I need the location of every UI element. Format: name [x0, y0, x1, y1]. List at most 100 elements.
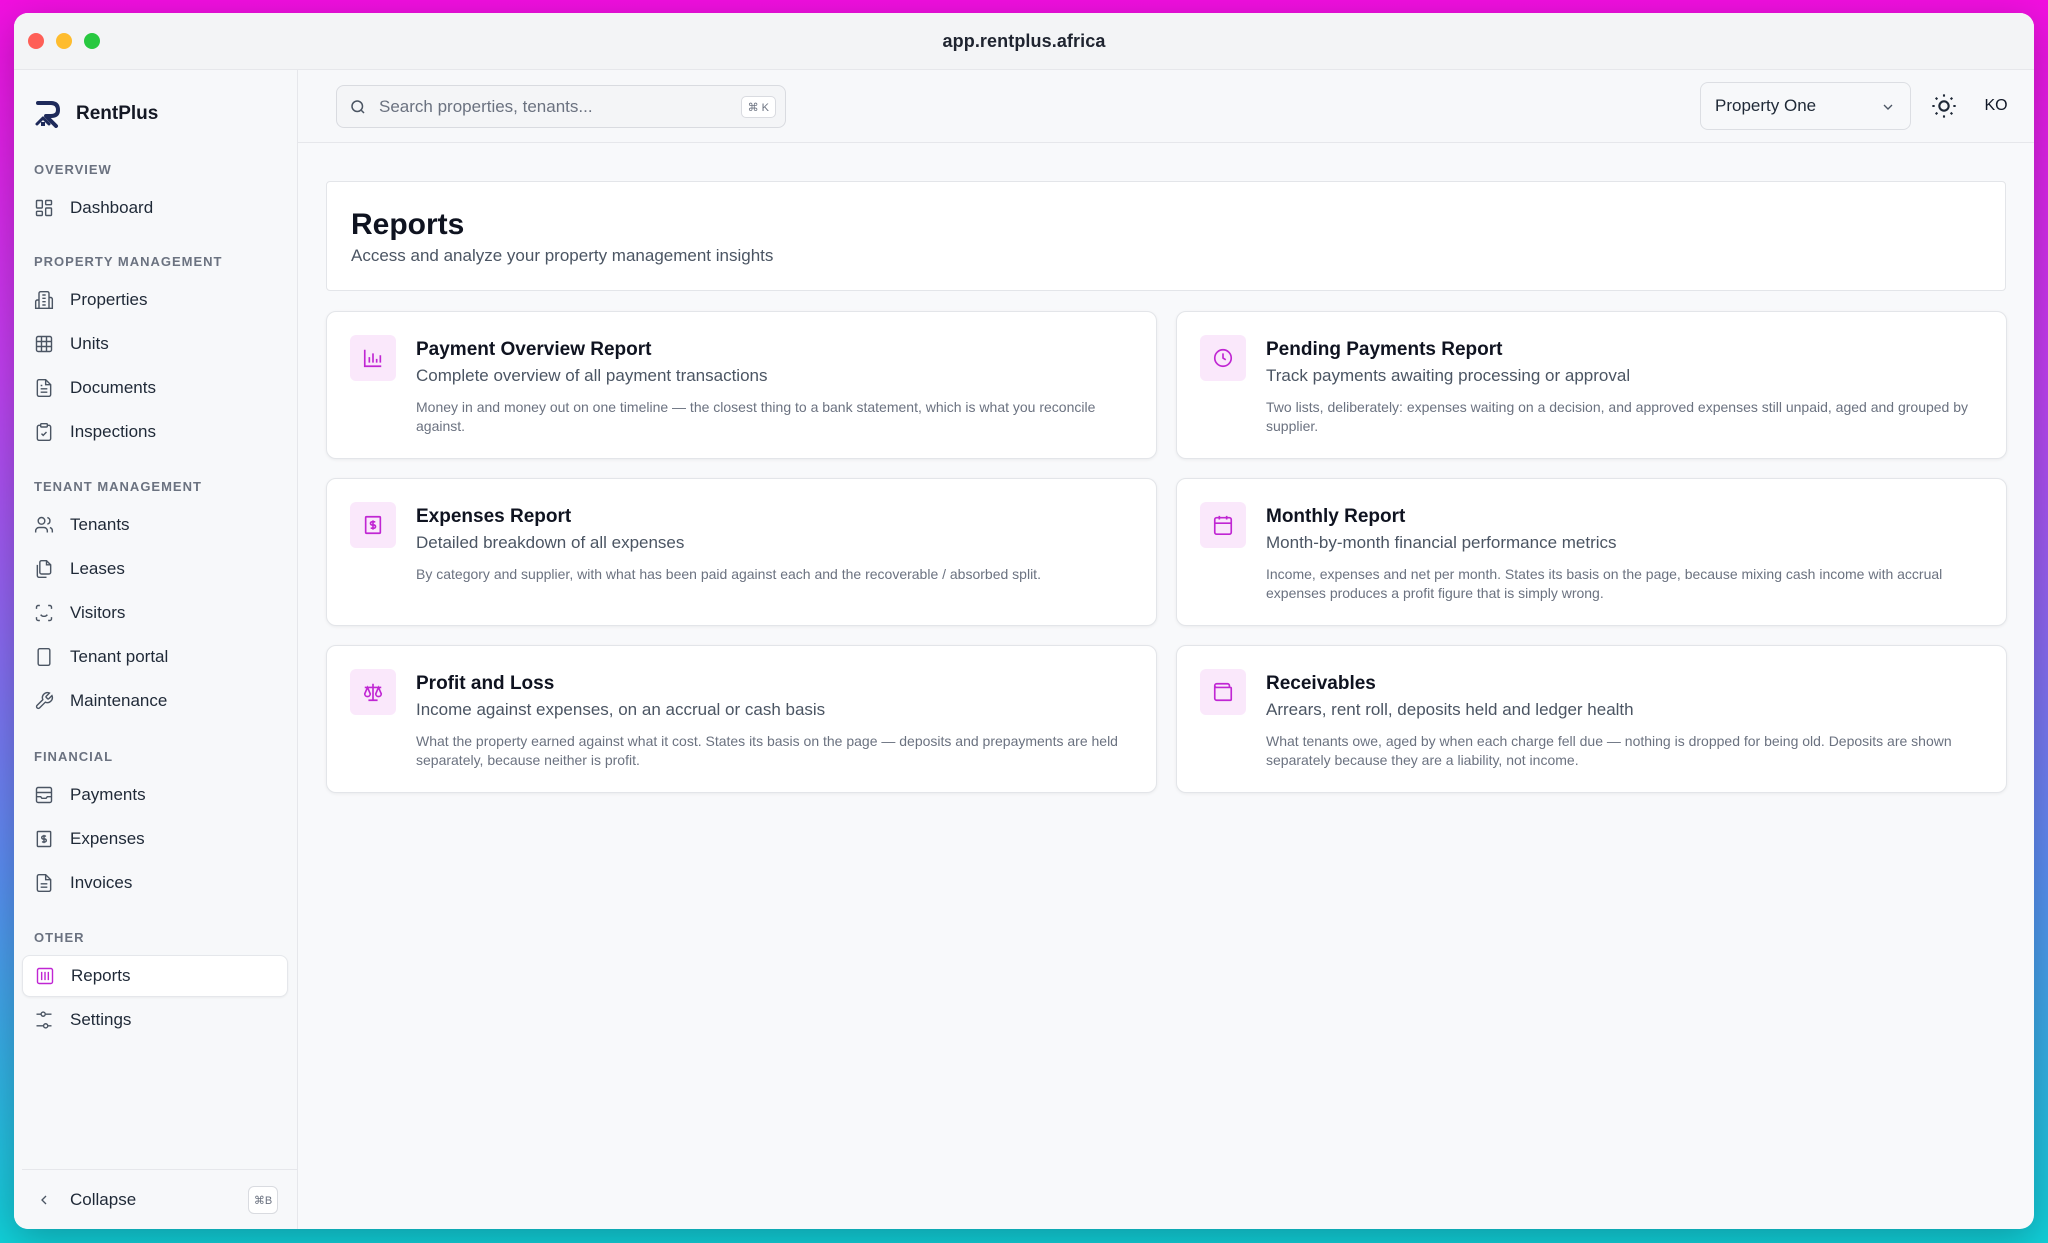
sidebar-item-label: Inspections: [70, 422, 156, 441]
receipt-dollar-icon: [364, 515, 382, 535]
sidebar-item-properties[interactable]: Properties: [22, 279, 288, 321]
card-title: Monthly Report: [1266, 506, 1406, 527]
sidebar-item-inspections[interactable]: Inspections: [22, 411, 288, 453]
chevron-down-icon: [1883, 104, 1893, 110]
sidebar-item-label: Dashboard: [70, 198, 154, 217]
title-bar: app.rentplus.africa: [14, 13, 2034, 70]
sidebar-item-label: Payments: [70, 785, 146, 804]
sidebar-item-label: Documents: [70, 378, 156, 397]
card-title: Pending Payments Report: [1266, 339, 1503, 360]
sidebar-item-label: Units: [70, 334, 109, 353]
report-card-receivables[interactable]: Receivables Arrears, rent roll, deposits…: [1176, 645, 2007, 793]
search-input[interactable]: Search properties, tenants... ⌘ K: [336, 85, 786, 128]
inbox-icon: [35, 786, 53, 804]
property-select-value: Property One: [1715, 96, 1817, 115]
dashboard-icon: [35, 199, 53, 217]
calendar-icon: [1213, 515, 1233, 535]
sidebar-item-label: Visitors: [70, 603, 126, 622]
brand[interactable]: RentPlus: [34, 100, 158, 128]
wallet-icon: [1213, 682, 1233, 702]
sidebar-item-expenses[interactable]: Expenses: [22, 818, 288, 860]
card-icon-box: [350, 502, 396, 548]
building-icon: [34, 290, 54, 310]
sidebar-item-leases[interactable]: Leases: [22, 548, 288, 590]
sidebar-item-label: Tenants: [70, 515, 130, 534]
sidebar-item-visitors[interactable]: Visitors: [22, 592, 288, 634]
section-label-financial: FINANCIAL: [34, 749, 114, 764]
rentplus-logo-icon: [35, 101, 60, 128]
sidebar-item-label: Reports: [71, 966, 131, 985]
card-title: Expenses Report: [416, 506, 572, 527]
card-title: Profit and Loss: [416, 673, 555, 694]
receipt-dollar-icon: [36, 830, 52, 848]
clock-icon: [1213, 348, 1233, 368]
document-icon: [36, 378, 52, 398]
section-label-tenant-management: TENANT MANAGEMENT: [34, 479, 202, 494]
search-icon: [351, 99, 365, 114]
sidebar-item-label: Invoices: [70, 873, 133, 892]
card-subtitle: Arrears, rent roll, deposits held and le…: [1266, 700, 1634, 719]
collapse-shortcut: ⌘B: [248, 1186, 278, 1214]
card-title: Receivables: [1266, 673, 1376, 694]
sidebar-item-tenants[interactable]: Tenants: [22, 504, 288, 546]
card-subtitle: Income against expenses, on an accrual o…: [416, 700, 826, 719]
card-subtitle: Month-by-month financial performance met…: [1266, 533, 1617, 552]
sliders-icon: [36, 1011, 52, 1029]
collapse-button[interactable]: Collapse ⌘B: [22, 1169, 298, 1229]
sidebar-item-units[interactable]: Units: [22, 323, 288, 365]
card-icon-box: [1200, 502, 1246, 548]
card-icon-box: [1200, 335, 1246, 381]
card-description: What the property earned against what it…: [416, 733, 1118, 768]
chevron-left-icon: [41, 1195, 47, 1204]
sidebar-item-tenant-portal[interactable]: Tenant portal: [22, 636, 288, 678]
maximize-window-button[interactable]: [84, 33, 100, 49]
users-icon: [34, 516, 54, 533]
search-placeholder: Search properties, tenants...: [379, 96, 593, 116]
sun-icon[interactable]: [1930, 92, 1958, 120]
scale-icon: [363, 683, 383, 702]
sidebar-item-payments[interactable]: Payments: [22, 774, 288, 816]
card-icon-box: [350, 335, 396, 381]
scan-face-icon: [35, 604, 53, 622]
report-card-profit-and-loss[interactable]: Profit and Loss Income against expenses,…: [326, 645, 1157, 793]
section-label-property-management: PROPERTY MANAGEMENT: [34, 254, 223, 269]
close-window-button[interactable]: [28, 33, 44, 49]
property-select[interactable]: Property One: [1700, 82, 1911, 130]
report-card-pending-payments[interactable]: Pending Payments Report Track payments a…: [1176, 311, 2007, 459]
sidebar-item-label: Leases: [70, 559, 125, 578]
card-icon-box: [1200, 669, 1246, 715]
main-content: Reports Access and analyze your property…: [298, 143, 2034, 1229]
section-label-other: OTHER: [34, 930, 85, 945]
window-url: app.rentplus.africa: [942, 30, 1106, 51]
sidebar-item-reports[interactable]: Reports: [22, 955, 288, 997]
card-description: Money in and money out on one timeline —…: [416, 399, 1096, 434]
card-subtitle: Track payments awaiting processing or ap…: [1266, 366, 1631, 385]
file-text-icon: [36, 873, 52, 893]
report-card-monthly[interactable]: Monthly Report Month-by-month financial …: [1176, 478, 2007, 626]
sidebar-item-label: Tenant portal: [70, 647, 169, 666]
smartphone-icon: [37, 647, 51, 667]
card-subtitle: Complete overview of all payment transac…: [416, 366, 768, 385]
collapse-label: Collapse: [70, 1189, 137, 1209]
report-card-expenses[interactable]: Expenses Report Detailed breakdown of al…: [326, 478, 1157, 626]
sidebar-item-label: Settings: [70, 1010, 132, 1029]
minimize-window-button[interactable]: [56, 33, 72, 49]
browser-window: app.rentplus.africa RentPlus OVERVIEW Da…: [14, 13, 2034, 1229]
card-description: Income, expenses and net per month. Stat…: [1266, 566, 1943, 601]
page-header: Reports Access and analyze your property…: [326, 181, 2006, 291]
sidebar-item-label: Maintenance: [70, 691, 168, 710]
sidebar-item-label: Expenses: [70, 829, 145, 848]
sidebar: RentPlus OVERVIEW Dashboard PROPERTY MAN…: [14, 70, 298, 1229]
avatar[interactable]: KO: [1978, 88, 2014, 124]
report-card-payment-overview[interactable]: Payment Overview Report Complete overvie…: [326, 311, 1157, 459]
section-label-overview: OVERVIEW: [34, 162, 112, 177]
sidebar-item-settings[interactable]: Settings: [22, 999, 288, 1041]
sidebar-item-dashboard[interactable]: Dashboard: [22, 187, 288, 229]
sidebar-item-maintenance[interactable]: Maintenance: [22, 680, 288, 722]
sidebar-item-documents[interactable]: Documents: [22, 367, 288, 409]
brand-name: RentPlus: [76, 103, 159, 124]
page-title: Reports: [351, 208, 465, 241]
sidebar-item-label: Properties: [70, 290, 148, 309]
page-subtitle: Access and analyze your property managem…: [351, 246, 774, 265]
sidebar-item-invoices[interactable]: Invoices: [22, 862, 288, 904]
